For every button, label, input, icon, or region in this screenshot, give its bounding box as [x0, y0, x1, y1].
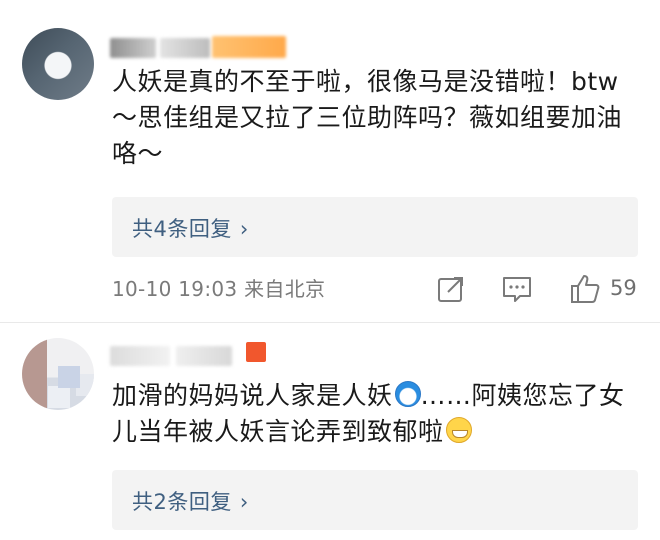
comment-meta: 10-10 19:03 来自北京 [112, 273, 325, 302]
replies-count-label: 共4条回复 [132, 217, 232, 241]
like-count: 59 [610, 276, 637, 300]
username-redacted[interactable] [160, 38, 210, 58]
comment-location: 来自北京 [244, 277, 326, 301]
doraemon-emoji [394, 381, 421, 407]
share-icon[interactable] [434, 272, 468, 306]
comment-time: 10-10 19:03 [112, 277, 238, 301]
chevron-right-icon: › [239, 490, 249, 514]
user-badge [246, 342, 266, 362]
view-replies-button[interactable]: 共2条回复 › [112, 470, 638, 530]
comment-divider [0, 322, 660, 323]
comment-text: 加滑的妈妈说人家是人妖 ……阿姨您忘了女儿当年被人妖言论弄到致郁啦 [112, 378, 642, 450]
comment-text: 人妖是真的不至于啦，很像马是没错啦！btw～思佳组是又拉了三位助阵吗？薇如组要加… [112, 67, 623, 168]
comment-text-part-1: 加滑的妈妈说人家是人妖 [112, 381, 393, 410]
replies-count-label: 共2条回复 [132, 490, 232, 514]
username-redacted[interactable] [110, 38, 156, 58]
view-replies-button[interactable]: 共4条回复 › [112, 197, 638, 257]
chevron-right-icon: › [239, 217, 249, 241]
grinning-emoji [445, 417, 472, 443]
username-redacted[interactable] [176, 346, 232, 366]
user-badge-redacted [212, 36, 286, 58]
username-redacted[interactable] [110, 346, 170, 366]
comment-icon[interactable] [500, 272, 534, 306]
thumbs-up-icon[interactable] [568, 272, 602, 306]
avatar[interactable] [22, 28, 94, 100]
avatar[interactable] [22, 338, 94, 410]
